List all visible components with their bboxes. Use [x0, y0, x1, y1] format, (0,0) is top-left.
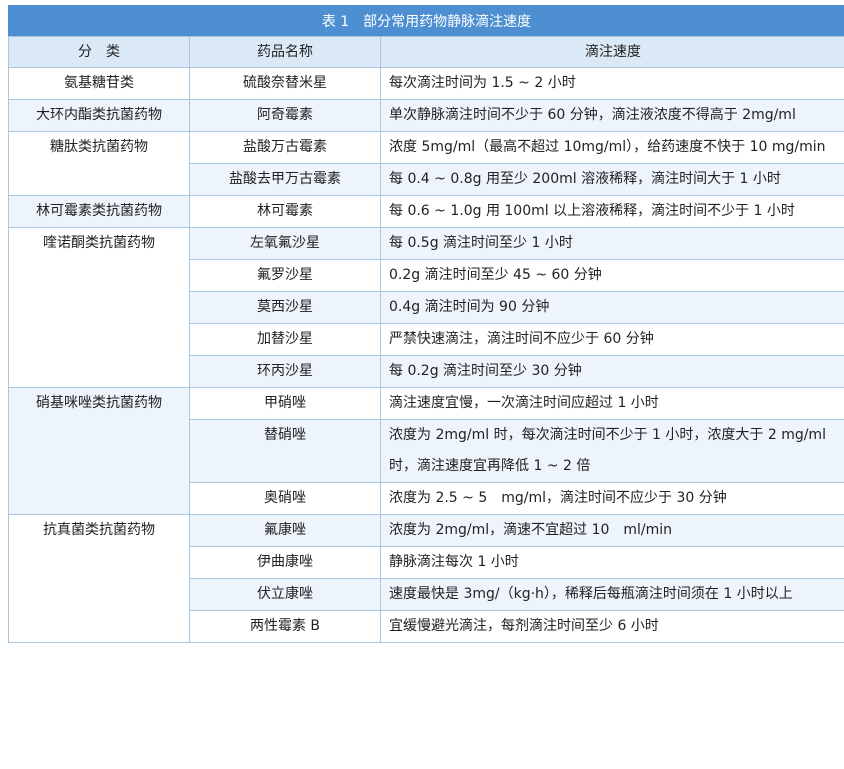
infusion-rate-cell: 每 0.4 ~ 0.8g 用至少 200ml 溶液稀释，滴注时间大于 1 小时 — [381, 164, 844, 196]
header-infusion-rate: 滴注速度 — [381, 37, 844, 68]
infusion-rate-table: 分 类 药品名称 滴注速度 氨基糖苷类硫酸奈替米星每次滴注时间为 1.5 ~ 2… — [8, 36, 844, 643]
table-row: 抗真菌类抗菌药物氟康唑浓度为 2mg/ml，滴速不宜超过 10 ml/min — [9, 515, 844, 547]
drug-name-cell: 伊曲康唑 — [190, 547, 381, 579]
drug-name-cell: 林可霉素 — [190, 196, 381, 228]
category-cell: 氨基糖苷类 — [9, 68, 190, 100]
drug-name-cell: 两性霉素 B — [190, 611, 381, 643]
infusion-rate-cell: 单次静脉滴注时间不少于 60 分钟，滴注液浓度不得高于 2mg/ml — [381, 100, 844, 132]
infusion-rate-cell: 滴注速度宜慢，一次滴注时间应超过 1 小时 — [381, 388, 844, 420]
infusion-rate-cell: 速度最快是 3mg/（kg·h），稀释后每瓶滴注时间须在 1 小时以上 — [381, 579, 844, 611]
infusion-rate-cell: 浓度为 2mg/ml，滴速不宜超过 10 ml/min — [381, 515, 844, 547]
infusion-rate-cell: 静脉滴注每次 1 小时 — [381, 547, 844, 579]
category-cell: 硝基咪唑类抗菌药物 — [9, 388, 190, 515]
category-cell: 喹诺酮类抗菌药物 — [9, 228, 190, 388]
drug-name-cell: 盐酸万古霉素 — [190, 132, 381, 164]
drug-name-cell: 替硝唑 — [190, 420, 381, 483]
infusion-rate-cell: 严禁快速滴注，滴注时间不应少于 60 分钟 — [381, 324, 844, 356]
table-title: 表 1 部分常用药物静脉滴注速度 — [8, 5, 844, 36]
infusion-rate-cell: 每 0.2g 滴注时间至少 30 分钟 — [381, 356, 844, 388]
drug-name-cell: 硫酸奈替米星 — [190, 68, 381, 100]
table-row: 氨基糖苷类硫酸奈替米星每次滴注时间为 1.5 ~ 2 小时 — [9, 68, 844, 100]
infusion-rate-cell: 0.2g 滴注时间至少 45 ~ 60 分钟 — [381, 260, 844, 292]
infusion-rate-cell: 浓度 5mg/ml（最高不超过 10mg/ml），给药速度不快于 10 mg/m… — [381, 132, 844, 164]
drug-name-cell: 莫西沙星 — [190, 292, 381, 324]
drug-name-cell: 奥硝唑 — [190, 483, 381, 515]
table-body: 氨基糖苷类硫酸奈替米星每次滴注时间为 1.5 ~ 2 小时大环内酯类抗菌药物阿奇… — [9, 68, 844, 643]
infusion-rate-cell: 每次滴注时间为 1.5 ~ 2 小时 — [381, 68, 844, 100]
category-cell: 林可霉素类抗菌药物 — [9, 196, 190, 228]
table-row: 林可霉素类抗菌药物林可霉素每 0.6 ~ 1.0g 用 100ml 以上溶液稀释… — [9, 196, 844, 228]
drug-name-cell: 氟罗沙星 — [190, 260, 381, 292]
table-row: 糖肽类抗菌药物盐酸万古霉素浓度 5mg/ml（最高不超过 10mg/ml），给药… — [9, 132, 844, 164]
drug-name-cell: 加替沙星 — [190, 324, 381, 356]
header-row: 分 类 药品名称 滴注速度 — [9, 37, 844, 68]
infusion-rate-cell: 0.4g 滴注时间为 90 分钟 — [381, 292, 844, 324]
drug-name-cell: 左氧氟沙星 — [190, 228, 381, 260]
drug-name-cell: 阿奇霉素 — [190, 100, 381, 132]
category-cell: 大环内酯类抗菌药物 — [9, 100, 190, 132]
category-cell: 糖肽类抗菌药物 — [9, 132, 190, 196]
infusion-rate-cell: 每 0.5g 滴注时间至少 1 小时 — [381, 228, 844, 260]
drug-name-cell: 盐酸去甲万古霉素 — [190, 164, 381, 196]
drug-infusion-table-container: 表 1 部分常用药物静脉滴注速度 分 类 药品名称 滴注速度 氨基糖苷类硫酸奈替… — [8, 5, 844, 643]
drug-name-cell: 氟康唑 — [190, 515, 381, 547]
infusion-rate-cell: 浓度为 2.5 ~ 5 mg/ml，滴注时间不应少于 30 分钟 — [381, 483, 844, 515]
table-row: 硝基咪唑类抗菌药物甲硝唑滴注速度宜慢，一次滴注时间应超过 1 小时 — [9, 388, 844, 420]
drug-name-cell: 环丙沙星 — [190, 356, 381, 388]
infusion-rate-cell: 浓度为 2mg/ml 时，每次滴注时间不少于 1 小时，浓度大于 2 mg/ml… — [381, 420, 844, 483]
drug-name-cell: 伏立康唑 — [190, 579, 381, 611]
header-drug-name: 药品名称 — [190, 37, 381, 68]
infusion-rate-cell: 宜缓慢避光滴注，每剂滴注时间至少 6 小时 — [381, 611, 844, 643]
infusion-rate-cell: 每 0.6 ~ 1.0g 用 100ml 以上溶液稀释，滴注时间不少于 1 小时 — [381, 196, 844, 228]
header-category: 分 类 — [9, 37, 190, 68]
table-row: 大环内酯类抗菌药物阿奇霉素单次静脉滴注时间不少于 60 分钟，滴注液浓度不得高于… — [9, 100, 844, 132]
drug-name-cell: 甲硝唑 — [190, 388, 381, 420]
table-row: 喹诺酮类抗菌药物左氧氟沙星每 0.5g 滴注时间至少 1 小时 — [9, 228, 844, 260]
category-cell: 抗真菌类抗菌药物 — [9, 515, 190, 643]
